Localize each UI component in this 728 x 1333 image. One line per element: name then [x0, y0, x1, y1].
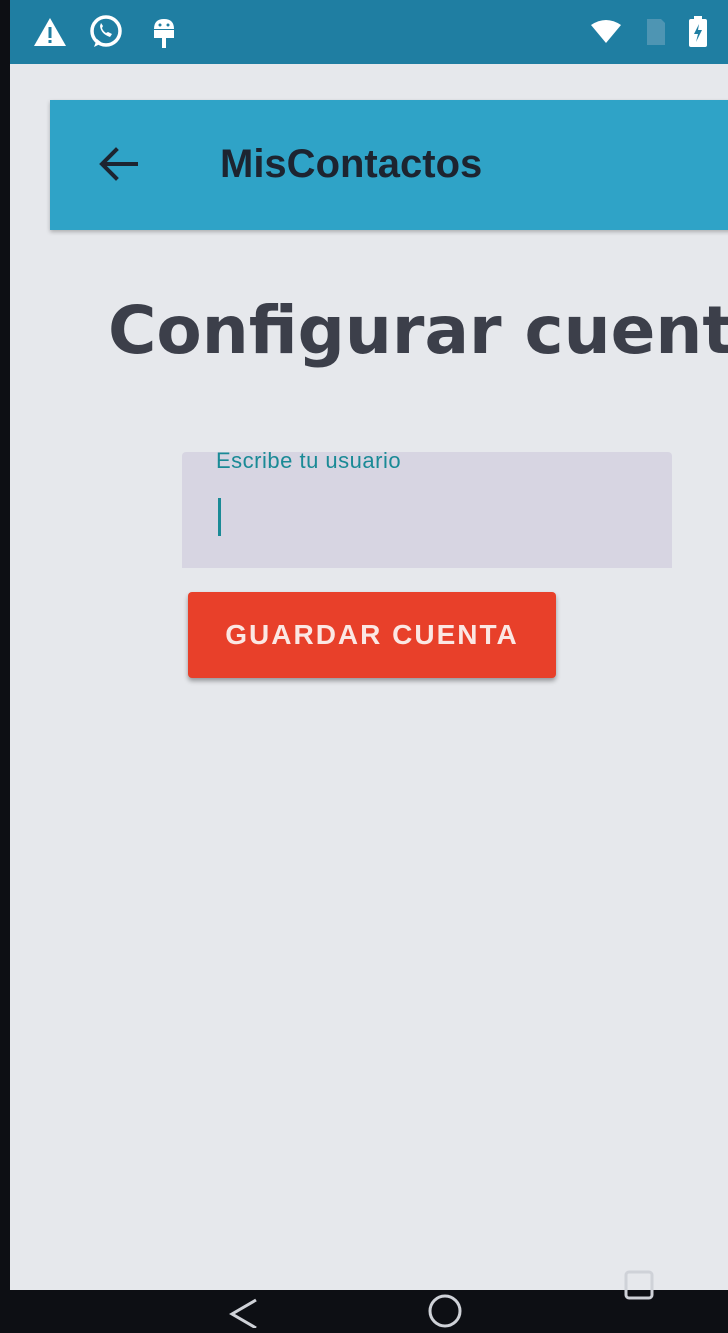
app-bar: MisContactos — [50, 100, 728, 230]
battery-icon — [680, 14, 716, 50]
back-button[interactable] — [90, 138, 146, 194]
navigation-bar — [0, 1270, 728, 1330]
arrow-left-icon — [98, 146, 138, 186]
home-circle-icon[interactable] — [426, 1292, 464, 1333]
back-triangle-icon[interactable] — [226, 1296, 260, 1333]
save-account-button[interactable]: GUARDAR CUENTA — [188, 592, 556, 678]
status-bar — [10, 0, 728, 64]
whatsapp-icon — [88, 14, 124, 50]
text-cursor — [218, 498, 221, 536]
android-debug-icon — [146, 14, 182, 50]
phone-screen: MisContactos Configurar cuenta Escribe t… — [10, 0, 728, 1290]
page-title: Configurar cuenta — [108, 292, 728, 369]
username-field[interactable]: Escribe tu usuario — [182, 448, 672, 568]
no-sim-icon — [638, 14, 674, 50]
recents-square-icon[interactable] — [622, 1268, 656, 1307]
wifi-icon — [588, 14, 624, 50]
app-title: MisContactos — [220, 142, 483, 186]
warning-icon — [32, 14, 68, 50]
username-field-label: Escribe tu usuario — [216, 448, 402, 473]
username-input[interactable] — [216, 492, 646, 542]
